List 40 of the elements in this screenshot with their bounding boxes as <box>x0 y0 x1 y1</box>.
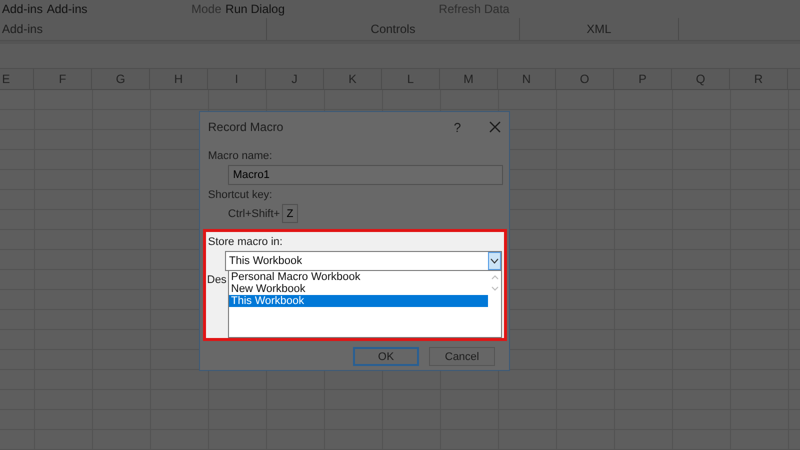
ribbon-command[interactable]: Add-ins <box>2 2 43 16</box>
field-label: Des <box>207 274 227 286</box>
dropdown-option[interactable]: Personal Macro Workbook <box>229 271 488 283</box>
ok-button[interactable]: OK <box>353 347 419 366</box>
dropdown-option[interactable]: This Workbook <box>229 295 488 307</box>
column-header[interactable]: F <box>34 69 92 89</box>
column-header[interactable]: L <box>382 69 440 89</box>
ribbon-group-label: Controls <box>370 22 416 36</box>
column-header[interactable]: R <box>730 69 788 89</box>
column-header[interactable]: O <box>556 69 614 89</box>
column-header[interactable]: E <box>0 69 34 89</box>
dropdown-option[interactable]: New Workbook <box>229 283 488 295</box>
ribbon-command[interactable]: Run Dialog <box>225 2 285 16</box>
field-label: Shortcut key: <box>208 189 274 201</box>
column-header[interactable]: K <box>324 69 382 89</box>
column-header[interactable]: M <box>440 69 498 89</box>
ribbon-command[interactable]: Add-ins <box>46 2 88 16</box>
column-header[interactable]: Q <box>672 69 730 89</box>
scroll-down-icon[interactable] <box>490 286 498 291</box>
store-macro-dropdown[interactable]: This Workbook <box>225 251 502 271</box>
field-label: Macro name: <box>208 150 274 162</box>
dialog-title: Record Macro <box>208 120 284 134</box>
ribbon-group-label: Add-ins <box>2 22 43 36</box>
dropdown-button[interactable] <box>488 252 501 270</box>
close-icon[interactable] <box>489 121 501 133</box>
scroll-up-icon[interactable] <box>490 275 498 280</box>
field-label: Store macro in: <box>208 236 284 248</box>
column-header[interactable]: N <box>498 69 556 89</box>
help-button[interactable]: ? <box>454 120 461 134</box>
shortcut-prefix: Ctrl+Shift+ <box>228 208 280 220</box>
ribbon-group-label: XML <box>586 22 612 36</box>
macro-name-field[interactable]: Macro1 <box>228 165 503 185</box>
column-header[interactable]: J <box>266 69 324 89</box>
chevron-down-icon <box>490 258 499 264</box>
column-header[interactable]: I <box>208 69 266 89</box>
column-header[interactable]: G <box>92 69 150 89</box>
shortcut-key-field[interactable]: Z <box>282 204 298 223</box>
column-header[interactable]: H <box>150 69 208 89</box>
column-header[interactable]: P <box>614 69 672 89</box>
cancel-button[interactable]: Cancel <box>429 347 495 366</box>
